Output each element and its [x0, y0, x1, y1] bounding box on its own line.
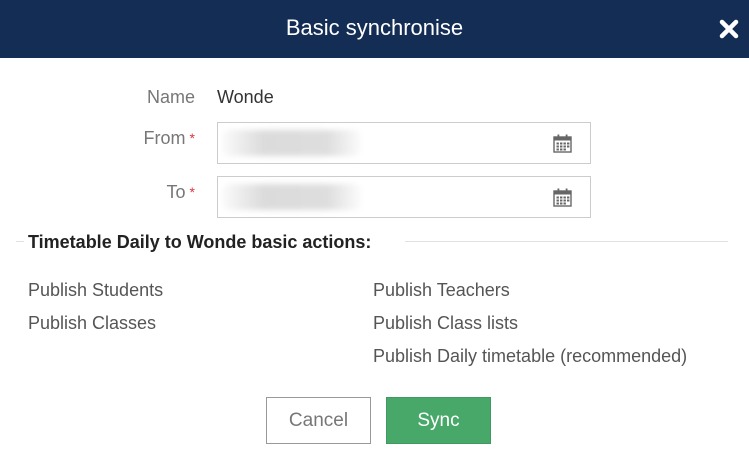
dialog-header: Basic synchronise [0, 0, 749, 58]
from-date-value-redacted [222, 130, 362, 156]
to-label: To * [45, 181, 195, 203]
from-label-text: From [143, 128, 186, 148]
action-publish-classes: Publish Classes [28, 313, 157, 333]
basic-synchronise-dialog: Basic synchronise Name Wonde From * To *… [0, 0, 749, 466]
action-publish-teachers: Publish Teachers [373, 280, 510, 300]
required-marker: * [189, 184, 195, 200]
action-publish-daily-timetable: Publish Daily timetable (recommended) [373, 346, 688, 366]
calendar-icon[interactable] [553, 188, 572, 207]
from-date-field[interactable] [217, 122, 591, 164]
to-date-field[interactable] [217, 176, 591, 218]
required-marker: * [189, 130, 195, 146]
cancel-button[interactable]: Cancel [266, 397, 371, 444]
close-icon[interactable] [719, 19, 739, 39]
section-divider-left [16, 241, 24, 242]
sync-button[interactable]: Sync [386, 397, 491, 444]
section-divider-right [405, 241, 728, 242]
from-label: From * [45, 127, 195, 149]
name-label: Name [45, 86, 195, 108]
name-value: Wonde [217, 87, 274, 107]
calendar-icon[interactable] [553, 134, 572, 153]
action-publish-class-lists: Publish Class lists [373, 313, 519, 333]
name-label-text: Name [146, 87, 195, 107]
to-date-value-redacted [222, 184, 362, 210]
action-publish-students: Publish Students [28, 280, 164, 300]
section-title: Timetable Daily to Wonde basic actions: [28, 231, 378, 253]
dialog-title: Basic synchronise [285, 15, 464, 40]
to-label-text: To [166, 182, 186, 202]
